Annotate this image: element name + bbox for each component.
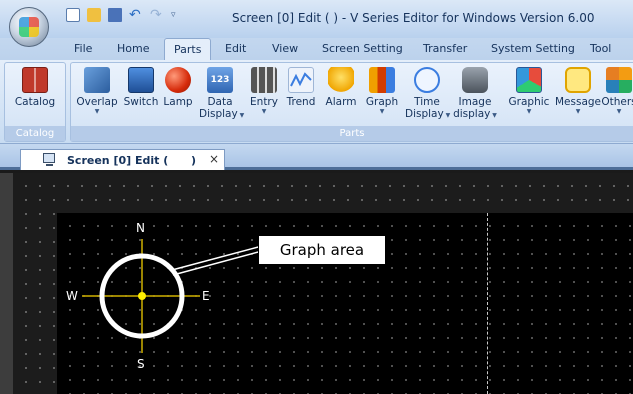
chevron-down-icon: ▼ [526, 108, 532, 115]
compass-south-label: S [137, 357, 145, 371]
parts-group: Overlap ▼ Switch Lamp 123 Data Display ▼… [70, 62, 633, 142]
trend-button-label: Trend [286, 96, 316, 108]
customize-toolbar-icon[interactable]: ▿ [171, 8, 179, 22]
editing-canvas[interactable] [13, 173, 633, 394]
time-display-button[interactable]: Time Display ▼ [405, 67, 451, 120]
data-display-label-line2: Display [199, 108, 238, 120]
application-menu-button[interactable] [9, 7, 49, 47]
open-folder-icon[interactable] [87, 8, 101, 22]
lamp-button-label: Lamp [163, 96, 193, 108]
tab-transfer[interactable]: Transfer [423, 42, 467, 55]
chevron-down-icon: ▼ [261, 108, 267, 115]
tab-home[interactable]: Home [117, 42, 149, 55]
chevron-down-icon: ▼ [443, 112, 451, 119]
compass-north-label: N [136, 221, 145, 235]
others-icon [606, 67, 632, 93]
overlap-icon [84, 67, 110, 93]
chevron-down-icon: ▼ [237, 112, 245, 119]
message-bubble-icon [565, 67, 591, 93]
graph-button-label: Graph [365, 96, 399, 108]
chevron-down-icon: ▼ [490, 112, 497, 119]
time-display-label-line1: Time [414, 96, 440, 108]
undo-icon[interactable]: ↶ [129, 8, 143, 22]
book-icon [22, 67, 48, 93]
monitor-icon [43, 153, 55, 166]
graphic-icon [516, 67, 542, 93]
document-tab-screen0[interactable]: Screen [0] Edit ( ) × [20, 149, 225, 170]
message-button[interactable]: Message ▼ [555, 67, 601, 116]
catalog-button[interactable]: Catalog [8, 67, 62, 108]
switch-button[interactable]: Switch [121, 67, 161, 108]
quick-access-toolbar: ↶ ↷ ▿ [66, 8, 179, 26]
data-display-button[interactable]: 123 Data Display ▼ [199, 67, 244, 120]
alarm-button[interactable]: Alarm [323, 67, 359, 108]
save-icon[interactable] [108, 8, 122, 22]
others-button-label: Others [601, 96, 633, 108]
graph-area-callout: Graph area [258, 235, 386, 265]
chevron-down-icon: ▼ [379, 108, 385, 115]
clock-icon [414, 67, 440, 93]
catalog-group: Catalog Catalog [4, 62, 66, 142]
lamp-button[interactable]: Lamp [163, 67, 193, 108]
lamp-icon [165, 67, 191, 93]
image-display-button[interactable]: Image display ▼ [451, 67, 499, 120]
graphic-button[interactable]: Graphic ▼ [507, 67, 551, 116]
document-tab-label-end: ) [191, 154, 197, 167]
parts-group-label: Parts [71, 126, 633, 141]
tab-parts[interactable]: Parts [164, 38, 212, 60]
switch-button-label: Switch [123, 96, 159, 108]
document-tab-label: Screen [0] Edit ( [67, 154, 169, 167]
tab-screen-setting[interactable]: Screen Setting [322, 42, 403, 55]
image-display-label-line2: display [453, 108, 491, 120]
trend-button[interactable]: Trend [283, 67, 319, 108]
keypad-icon [251, 67, 277, 93]
chevron-down-icon: ▼ [575, 108, 581, 115]
editor-area [0, 173, 633, 394]
close-icon[interactable]: × [209, 152, 219, 166]
new-file-icon[interactable] [66, 8, 80, 22]
catalog-group-label: Catalog [5, 126, 65, 141]
tab-system-setting[interactable]: System Setting [491, 42, 575, 55]
chevron-down-icon: ▼ [94, 108, 100, 115]
tab-file[interactable]: File [74, 42, 92, 55]
ribbon-tab-bar: File Home Parts Edit View Screen Setting… [0, 38, 633, 60]
chevron-down-icon: ▼ [616, 108, 622, 115]
camera-icon [462, 67, 488, 93]
bell-icon [328, 67, 354, 93]
alarm-button-label: Alarm [325, 96, 357, 108]
tab-view[interactable]: View [272, 42, 298, 55]
overlap-button-label: Overlap [76, 96, 118, 108]
others-button[interactable]: Others ▼ [601, 67, 633, 116]
tab-tool[interactable]: Tool [590, 42, 611, 55]
compass-east-label: E [202, 289, 210, 303]
ribbon-panel: Catalog Catalog Overlap ▼ Switch Lamp 12… [0, 60, 633, 144]
switch-icon [128, 67, 154, 93]
screen-boundary-line [487, 213, 488, 394]
redo-icon[interactable]: ↷ [150, 8, 164, 22]
entry-button[interactable]: Entry ▼ [247, 67, 281, 116]
bar-graph-icon [369, 67, 395, 93]
title-bar: ↶ ↷ ▿ Screen [0] Edit ( ) - V Series Edi… [0, 0, 633, 47]
tab-edit[interactable]: Edit [225, 42, 246, 55]
compass-west-label: W [66, 289, 78, 303]
catalog-button-label: Catalog [14, 96, 56, 108]
data-display-label-line1: Data [207, 96, 233, 108]
overlap-button[interactable]: Overlap ▼ [75, 67, 119, 116]
time-display-label-line2: Display [405, 108, 444, 120]
trend-icon [288, 67, 314, 93]
entry-button-label: Entry [250, 96, 278, 108]
image-display-label-line1: Image [458, 96, 492, 108]
graphic-button-label: Graphic [508, 96, 550, 108]
document-tab-bar: Screen [0] Edit ( ) × [0, 144, 633, 170]
message-button-label: Message [555, 96, 602, 108]
numeric-display-icon: 123 [207, 67, 233, 93]
window-title: Screen [0] Edit ( ) - V Series Editor fo… [232, 11, 595, 25]
graph-button[interactable]: Graph ▼ [365, 67, 399, 116]
